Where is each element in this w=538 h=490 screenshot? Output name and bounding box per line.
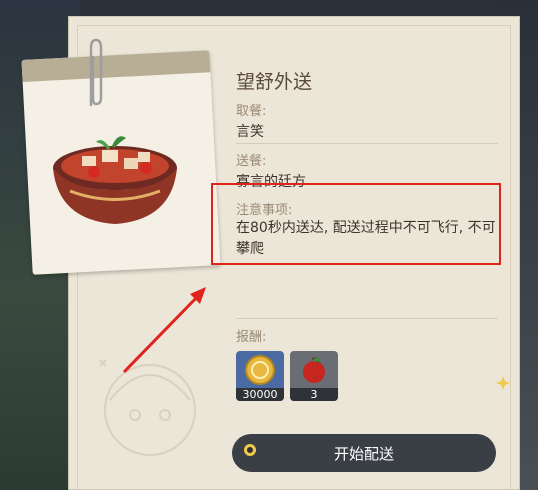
dish-image <box>53 136 177 224</box>
pickup-value: 言笑 <box>236 124 264 140</box>
divider <box>236 318 498 319</box>
highlight-box <box>211 183 501 265</box>
reward-count: 30000 <box>236 388 284 401</box>
deliver-label: 送餐: <box>236 154 267 169</box>
character-sketch <box>99 359 196 456</box>
sparkle-icon <box>496 376 510 390</box>
reward-item-mora[interactable]: 30000 <box>236 351 284 401</box>
sunsettia-icon <box>303 357 325 383</box>
reward-count: 3 <box>290 388 338 401</box>
paperclip-icon <box>89 38 103 106</box>
start-delivery-label: 开始配送 <box>333 444 394 463</box>
mora-coin-icon <box>245 355 275 385</box>
page-title: 望舒外送 <box>236 71 313 93</box>
divider <box>236 143 498 144</box>
reward-item-sunsettia[interactable]: 3 <box>290 351 338 401</box>
pickup-label: 取餐: <box>236 104 267 119</box>
button-ring-icon <box>244 444 256 456</box>
reward-label: 报酬: <box>236 330 267 345</box>
start-delivery-button[interactable]: 开始配送 <box>232 434 496 472</box>
